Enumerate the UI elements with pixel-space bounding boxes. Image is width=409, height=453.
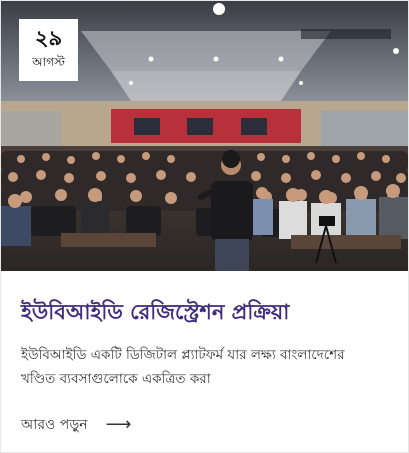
article-title[interactable]: ইউবিআইডি রেজিস্ট্রেশন প্রক্রিয়া [21,297,391,327]
article-card[interactable]: ২৯ আগস্ট ইউবিআইডি রেজিস্ট্রেশন প্রক্রিয়… [0,0,409,453]
date-month: আগস্ট [32,55,65,69]
date-badge: ২৯ আগস্ট [19,19,78,81]
event-photo[interactable]: ২৯ আগস্ট [1,1,408,271]
arrow-right-icon: ⟶ [105,414,132,435]
date-day: ২৯ [34,26,63,50]
article-description: ইউবিআইডি একটি ডিজিটাল প্ল্যাটফর্ম যার লক… [21,347,345,387]
read-more-link[interactable]: আরও পড়ুন ⟶ [21,413,131,437]
read-more-label: আরও পড়ুন [21,417,88,433]
